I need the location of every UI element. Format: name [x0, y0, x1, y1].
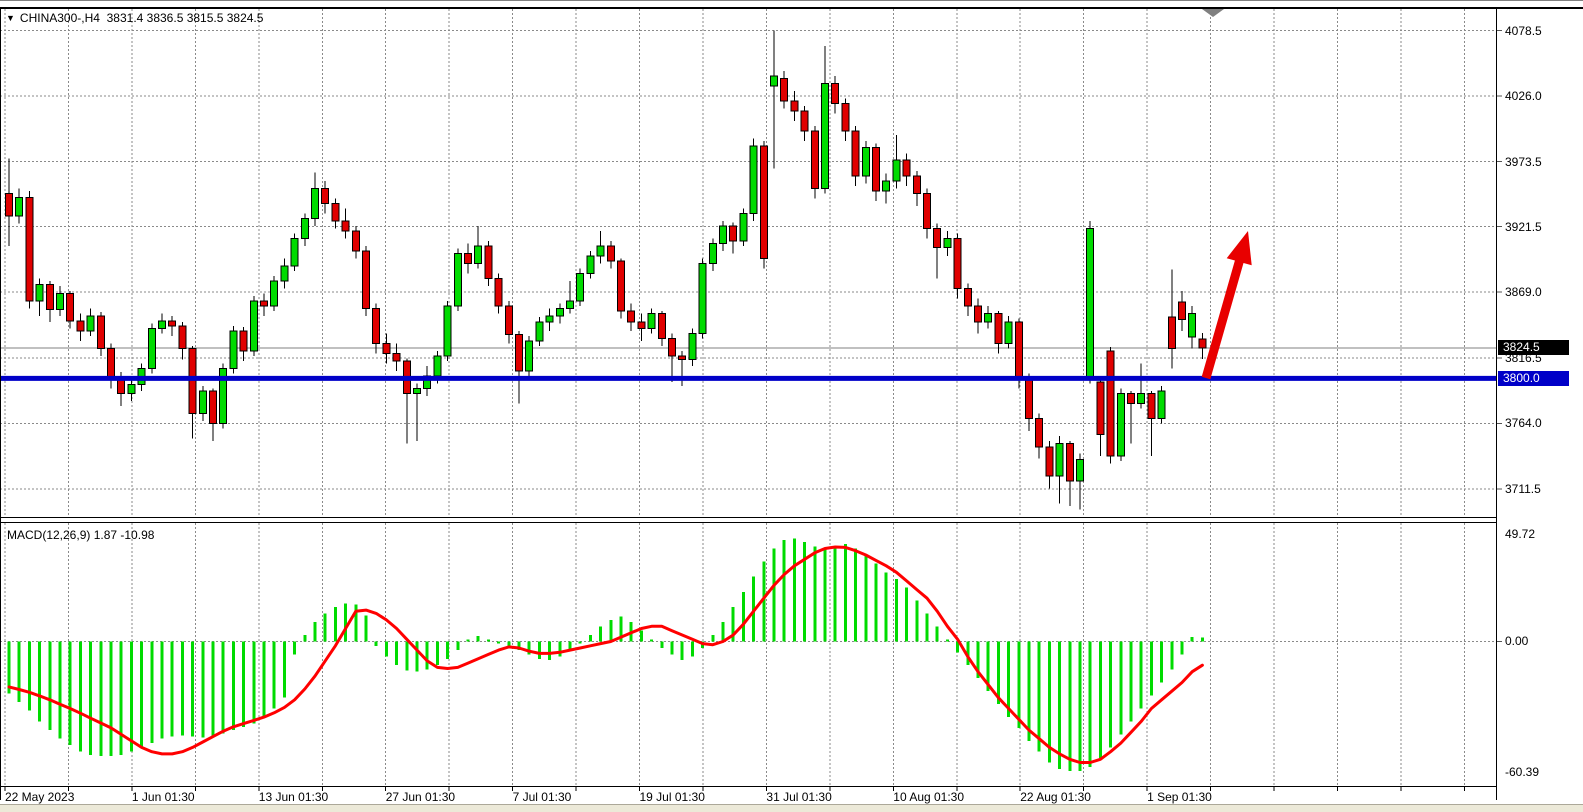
- time-axis-label: 22 Aug 01:30: [1020, 790, 1091, 804]
- price-axis-label: 3711.5: [1505, 482, 1541, 496]
- chart-canvas: [0, 0, 1583, 811]
- price-axis-label: 3764.0: [1505, 416, 1542, 430]
- time-axis-label: 10 Aug 01:30: [893, 790, 964, 804]
- price-axis-label: 3869.0: [1505, 285, 1542, 299]
- panel-divider[interactable]: [0, 518, 1497, 522]
- price-axis-label: 4078.5: [1505, 24, 1542, 38]
- macd-axis-max-label: 49.72: [1505, 527, 1535, 541]
- time-axis-label: 27 Jun 01:30: [386, 790, 455, 804]
- price-axis-label: 3921.5: [1505, 220, 1542, 234]
- time-axis-label: 1 Jun 01:30: [132, 790, 195, 804]
- time-axis-label: 22 May 2023: [5, 790, 74, 804]
- current-price-badge: 3824.5: [1498, 340, 1569, 355]
- price-axis-label: 3973.5: [1505, 155, 1542, 169]
- symbol-period-label: CHINA300-,H4: [20, 11, 100, 25]
- main-plot-area[interactable]: [0, 9, 1497, 517]
- macd-axis-zero-label: 0.00: [1505, 634, 1528, 648]
- time-axis-label: 31 Jul 01:30: [766, 790, 831, 804]
- support-line-price-badge: 3800.0: [1498, 371, 1569, 386]
- price-axis-label: 4026.0: [1505, 89, 1542, 103]
- time-axis-label: 7 Jul 01:30: [513, 790, 572, 804]
- quote-ohlc-label: 3831.4 3836.5 3815.5 3824.5: [107, 11, 264, 25]
- time-axis-label: 1 Sep 01:30: [1147, 790, 1212, 804]
- macd-axis-min-label: -60.39: [1505, 765, 1539, 779]
- symbol-dropdown-icon[interactable]: ▼: [6, 13, 15, 23]
- symbol-title: ▼ CHINA300-,H4 3831.4 3836.5 3815.5 3824.…: [6, 11, 263, 25]
- time-axis-label: 19 Jul 01:30: [640, 790, 705, 804]
- time-axis-label: 13 Jun 01:30: [259, 790, 328, 804]
- macd-indicator-label: MACD(12,26,9) 1.87 -10.98: [7, 528, 154, 542]
